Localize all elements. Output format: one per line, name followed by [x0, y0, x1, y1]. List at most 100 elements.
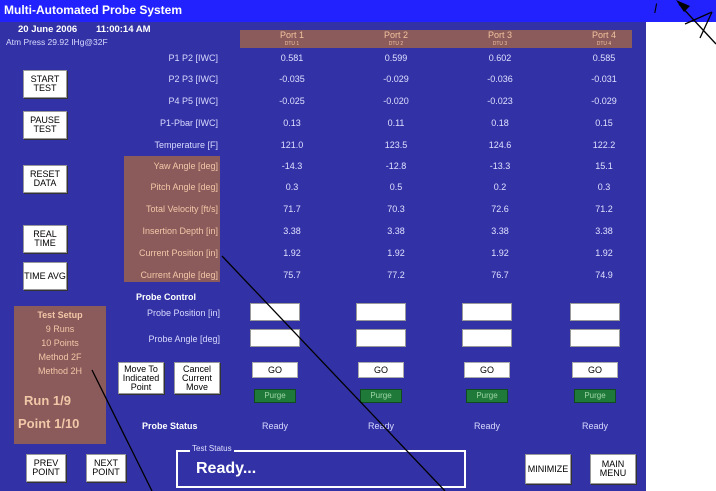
- minimize-button[interactable]: MINIMIZE: [525, 454, 571, 484]
- purge-button-port-1[interactable]: Purge: [254, 389, 296, 403]
- time-avg-button[interactable]: TIME AVG: [23, 262, 67, 290]
- port-4-name: Port 4: [591, 30, 616, 40]
- row-value: 1.92: [491, 248, 509, 258]
- real-time-button[interactable]: REAL TIME: [23, 225, 67, 253]
- port-2-subtitle: DTU 2: [388, 41, 404, 47]
- row-value: 3.38: [387, 226, 405, 236]
- row-value: -0.035: [279, 74, 305, 84]
- test-status-text: Ready...: [196, 460, 257, 477]
- probe-angle-input-2[interactable]: [356, 329, 406, 347]
- row-value: 0.585: [592, 53, 616, 63]
- start-test-button[interactable]: START TEST: [23, 70, 67, 98]
- main-menu-button[interactable]: MAIN MENU: [590, 454, 636, 484]
- date-label: 20 June 2006: [18, 24, 78, 35]
- row-label: Current Angle [deg]: [140, 270, 218, 280]
- row-value: 124.6: [488, 140, 512, 150]
- row-value: 0.5: [389, 182, 403, 192]
- row-value: -0.036: [487, 74, 513, 84]
- probe-angle-input-4[interactable]: [570, 329, 620, 347]
- purge-button-port-2[interactable]: Purge: [360, 389, 402, 403]
- purge-button-port-4[interactable]: Purge: [574, 389, 616, 403]
- probe-position-input-3[interactable]: [462, 303, 512, 321]
- go-button-port-1[interactable]: GO: [252, 362, 298, 378]
- row-label: P1-Pbar [IWC]: [159, 118, 218, 128]
- atm-press-label: Atm Press 29.92 IHg@32F: [6, 37, 108, 47]
- row-label: Temperature [F]: [154, 140, 218, 150]
- row-value: 15.1: [595, 161, 613, 171]
- method-2h: Method 2H: [37, 366, 83, 376]
- runs-count: 9 Runs: [45, 324, 75, 334]
- probe-status-port-1: Ready: [261, 421, 288, 431]
- row-value: -0.025: [279, 96, 305, 106]
- time-label: 11:00:14 AM: [96, 24, 151, 35]
- port-1-subtitle: DTU 1: [284, 41, 300, 47]
- port-3-name: Port 3: [487, 30, 512, 40]
- row-value: 3.38: [491, 226, 509, 236]
- row-value: -0.029: [591, 96, 617, 106]
- angle-labels-highlight: [124, 156, 220, 282]
- row-value: 72.6: [491, 204, 509, 214]
- purge-button-port-3[interactable]: Purge: [466, 389, 508, 403]
- next-point-button[interactable]: NEXT POINT: [86, 454, 126, 482]
- row-value: 1.92: [387, 248, 405, 258]
- method-2f: Method 2F: [38, 352, 82, 362]
- go-button-port-3[interactable]: GO: [464, 362, 510, 378]
- row-value: 0.3: [285, 182, 299, 192]
- row-value: 0.599: [384, 53, 408, 63]
- run-counter: Run 1/9: [24, 393, 71, 408]
- row-label: Pitch Angle [deg]: [150, 182, 218, 192]
- row-value: 0.18: [491, 118, 509, 128]
- port-2-name: Port 2: [383, 30, 408, 40]
- row-value: 76.7: [491, 270, 509, 280]
- row-label: Current Position [in]: [138, 248, 218, 258]
- points-count: 10 Points: [41, 338, 79, 348]
- row-label: P1 P2 [IWC]: [168, 53, 218, 63]
- probe-position-input-1[interactable]: [250, 303, 300, 321]
- row-value: 75.7: [283, 270, 301, 280]
- row-value: -0.029: [383, 74, 409, 84]
- row-value: 70.3: [387, 204, 405, 214]
- row-value: 0.15: [595, 118, 613, 128]
- row-value: -13.3: [489, 161, 511, 171]
- prev-point-button[interactable]: PREV POINT: [26, 454, 66, 482]
- go-button-port-2[interactable]: GO: [358, 362, 404, 378]
- probe-status-port-2: Ready: [367, 421, 394, 431]
- row-label: P4 P5 [IWC]: [168, 96, 218, 106]
- go-button-port-4[interactable]: GO: [572, 362, 618, 378]
- move-to-point-button[interactable]: Move To Indicated Point: [118, 362, 164, 394]
- row-value: -14.3: [281, 161, 303, 171]
- probe-system-window: Multi-Automated Probe System 20 June 200…: [0, 0, 716, 491]
- probe-position-label: Probe Position [in]: [146, 308, 220, 318]
- probe-control-title: Probe Control: [136, 292, 196, 302]
- point-counter: Point 1/10: [18, 416, 80, 431]
- row-label: Insertion Depth [in]: [142, 226, 218, 236]
- row-value: 0.2: [493, 182, 507, 192]
- reset-data-button[interactable]: RESET DATA: [23, 165, 67, 193]
- row-value: 123.5: [384, 140, 408, 150]
- cancel-move-button[interactable]: Cancel Current Move: [174, 362, 220, 394]
- probe-angle-input-1[interactable]: [250, 329, 300, 347]
- probe-position-input-4[interactable]: [570, 303, 620, 321]
- row-label: Yaw Angle [deg]: [153, 161, 218, 171]
- port-3-subtitle: DTU 3: [492, 41, 508, 47]
- test-status-title: Test Status: [190, 444, 234, 453]
- probe-position-input-2[interactable]: [356, 303, 406, 321]
- row-value: 1.92: [595, 248, 613, 258]
- test-setup-title: Test Setup: [37, 310, 83, 320]
- row-label: Total Velocity [ft/s]: [145, 204, 218, 214]
- probe-status-port-4: Ready: [581, 421, 608, 431]
- row-value: 1.92: [283, 248, 301, 258]
- row-value: 121.0: [280, 140, 304, 150]
- probe-status-label: Probe Status: [142, 421, 198, 431]
- annotation-handwritten-text: l: [654, 1, 657, 16]
- row-value: 0.13: [283, 118, 301, 128]
- pause-test-button[interactable]: PAUSE TEST: [23, 111, 67, 139]
- row-value: 77.2: [387, 270, 405, 280]
- row-value: 3.38: [595, 226, 613, 236]
- row-value: 0.11: [387, 118, 405, 128]
- probe-angle-input-3[interactable]: [462, 329, 512, 347]
- row-value: -0.031: [591, 74, 617, 84]
- row-label: P2 P3 [IWC]: [168, 74, 218, 84]
- row-value: 71.2: [595, 204, 613, 214]
- row-value: 0.581: [280, 53, 304, 63]
